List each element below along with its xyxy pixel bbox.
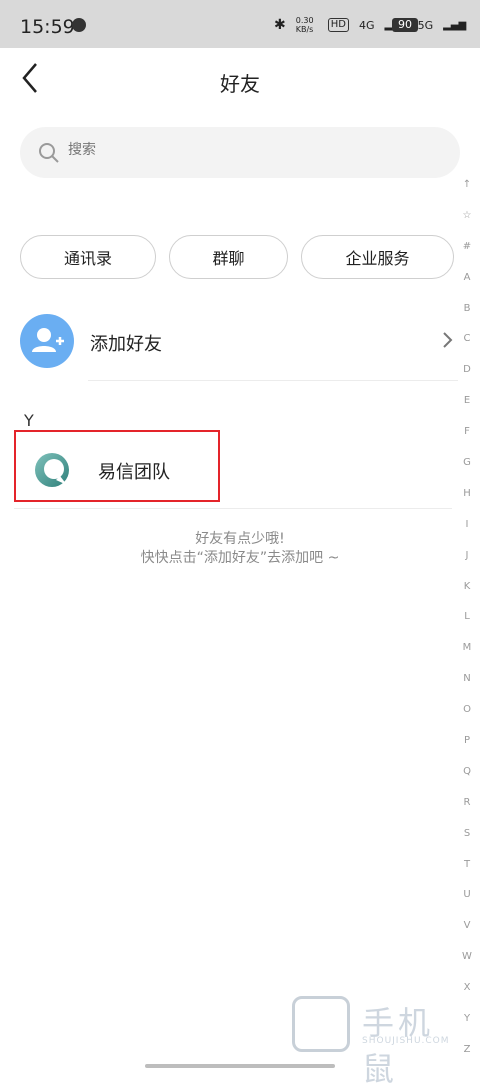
index-letter[interactable]: R [458, 788, 476, 819]
group-chat-button[interactable]: 群聊 [169, 235, 288, 279]
page-title: 好友 [220, 72, 260, 96]
index-letter[interactable]: N [458, 664, 476, 695]
signal-4g: 4G [358, 18, 375, 32]
battery-indicator: 90 [392, 18, 418, 32]
index-letter[interactable]: W [458, 942, 476, 973]
add-friend-icon [20, 314, 74, 368]
index-letter[interactable]: ↑ [458, 170, 476, 201]
home-indicator[interactable] [145, 1064, 335, 1068]
index-letter[interactable]: H [458, 479, 476, 510]
hd-badge: HD [327, 18, 349, 32]
watermark-sub: SHOUJISHU.COM [362, 1036, 450, 1046]
header: 好友 [0, 48, 480, 110]
status-indicators: ✱ 0.30 KB/s HD 4G ▂▄▆ 5G ▂▄▆ [274, 16, 466, 34]
alphabet-index[interactable]: ↑ ☆ # A B C D E F G H I J K L M N O P Q R S T U V W X Y Z [458, 170, 476, 1066]
index-letter[interactable]: K [458, 572, 476, 603]
net-speed: 0.30 KB/s [295, 16, 314, 34]
index-letter[interactable]: G [458, 448, 476, 479]
index-letter[interactable]: J [458, 541, 476, 572]
yixin-team-avatar-icon [35, 453, 69, 487]
index-letter[interactable]: E [458, 386, 476, 417]
notification-icon [72, 18, 86, 32]
contact-name: 易信团队 [98, 462, 170, 483]
index-letter[interactable]: T [458, 850, 476, 881]
index-letter[interactable]: V [458, 911, 476, 942]
index-letter[interactable]: S [458, 819, 476, 850]
search-icon [39, 143, 59, 163]
chevron-right-icon [443, 332, 453, 348]
section-letter: Y [24, 411, 34, 430]
search-input[interactable] [66, 141, 430, 159]
index-letter[interactable]: F [458, 417, 476, 448]
index-letter[interactable]: D [458, 355, 476, 386]
index-letter[interactable]: B [458, 294, 476, 325]
contact-item[interactable]: 易信团队 [14, 430, 220, 502]
empty-hint-line2: 快快点击“添加好友”去添加吧 ~ [140, 550, 340, 566]
index-letter[interactable]: A [458, 263, 476, 294]
index-letter[interactable]: U [458, 880, 476, 911]
divider [14, 508, 452, 509]
signal-5g: 5G [417, 18, 434, 32]
bluetooth-icon: ✱ [274, 17, 286, 33]
index-letter[interactable]: M [458, 633, 476, 664]
add-friend-label: 添加好友 [90, 334, 162, 355]
signal-bars-icon-2: ▂▄▆ [443, 19, 467, 31]
index-letter[interactable]: L [458, 602, 476, 633]
index-letter[interactable]: C [458, 324, 476, 355]
index-letter[interactable]: O [458, 695, 476, 726]
search-bar[interactable] [20, 127, 460, 178]
add-friend-row[interactable]: 添加好友 [20, 314, 460, 372]
index-letter[interactable]: Q [458, 757, 476, 788]
watermark-box-icon [292, 996, 350, 1052]
index-letter[interactable]: P [458, 726, 476, 757]
enterprise-service-button[interactable]: 企业服务 [301, 235, 454, 279]
status-time: 15:59 [20, 16, 75, 38]
watermark-logo: 手机鼠 SHOUJISHU.COM [292, 996, 464, 1088]
contacts-button[interactable]: 通讯录 [20, 235, 156, 279]
status-bar: 15:59 ✱ 0.30 KB/s HD 4G ▂▄▆ 5G ▂▄▆ 90 [0, 0, 480, 48]
index-letter[interactable]: # [458, 232, 476, 263]
divider [88, 380, 458, 381]
index-letter[interactable]: ☆ [458, 201, 476, 232]
empty-hint-line1: 好友有点少哦! [195, 531, 285, 547]
index-letter[interactable]: I [458, 510, 476, 541]
